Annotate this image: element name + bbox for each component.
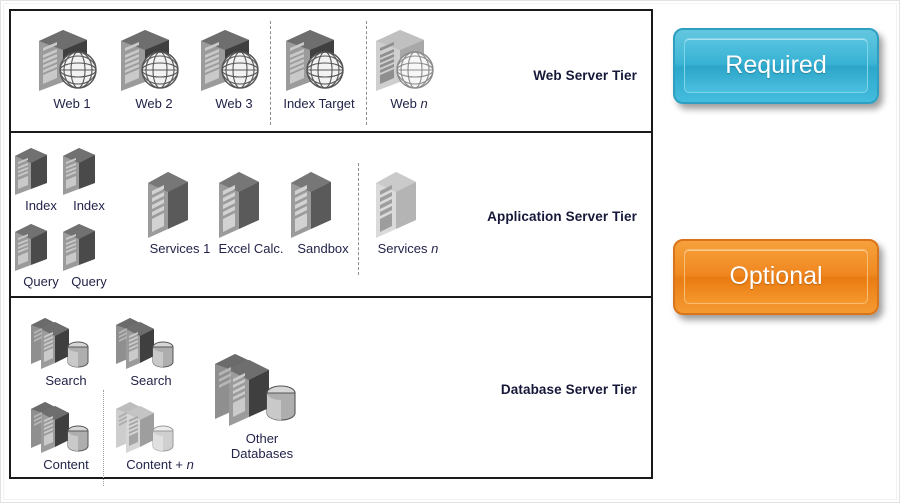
node-caption: Excel Calc.	[218, 241, 284, 256]
node-web-1[interactable]: Web 1	[29, 27, 115, 112]
server-globe-icon	[276, 27, 362, 95]
node-content[interactable]: Content	[25, 398, 107, 473]
node-other-databases[interactable]: Other Databases	[207, 348, 317, 461]
node-query-2[interactable]: Query	[57, 221, 121, 290]
server-globe-icon	[111, 27, 197, 95]
server-globe-icon	[191, 27, 277, 95]
diagram-canvas: Web 1 Web 2 Web 3 Index Target Web n Web…	[0, 0, 900, 503]
node-caption: Sandbox	[297, 241, 349, 256]
node-caption: Search	[45, 373, 87, 388]
server-globe-icon	[366, 27, 452, 95]
tier-label-database: Database Server Tier	[500, 382, 637, 397]
server-small-icon	[57, 145, 121, 197]
server-icon	[211, 168, 291, 240]
node-index-2[interactable]: Index	[57, 145, 121, 214]
node-search-2[interactable]: Search	[110, 314, 192, 389]
node-caption: Other Databases	[230, 431, 294, 461]
node-web-n[interactable]: Web n	[366, 27, 452, 112]
tier-web-server: Web 1 Web 2 Web 3 Index Target Web n Web…	[11, 11, 651, 133]
server-small-icon	[57, 221, 121, 273]
node-index-target[interactable]: Index Target	[276, 27, 362, 112]
node-web-3[interactable]: Web 3	[191, 27, 277, 112]
legend-optional-label: Optional	[729, 261, 823, 290]
database-server-icon	[110, 314, 192, 372]
legend-optional-button[interactable]: Optional	[673, 239, 879, 315]
tier-label-web: Web Server Tier	[533, 68, 637, 83]
node-caption: Web 2	[135, 96, 173, 111]
node-excel-calc[interactable]: Excel Calc.	[211, 168, 291, 257]
server-icon	[283, 168, 363, 240]
node-caption: Web 1	[53, 96, 91, 111]
node-web-2[interactable]: Web 2	[111, 27, 197, 112]
legend-required-button[interactable]: Required	[673, 28, 879, 104]
tier-database-server: Search Search Content Content + n Other …	[11, 298, 651, 486]
database-server-icon	[25, 314, 107, 372]
node-sandbox[interactable]: Sandbox	[283, 168, 363, 257]
legend-required-label: Required	[725, 50, 827, 79]
server-icon	[368, 168, 448, 240]
tier-application-server: Index Index Query Query Services 1 Excel…	[11, 133, 651, 298]
node-services-1[interactable]: Services 1	[140, 168, 220, 257]
server-icon	[140, 168, 220, 240]
node-caption: Query	[71, 274, 107, 289]
node-caption: Search	[130, 373, 172, 388]
server-globe-icon	[29, 27, 115, 95]
legend-panel: Required Optional	[673, 1, 889, 315]
database-server-icon	[110, 398, 210, 456]
node-caption: Web n	[390, 96, 428, 111]
database-server-icon	[207, 348, 317, 430]
node-caption: Services 1	[149, 241, 211, 256]
node-caption: Index Target	[283, 96, 355, 111]
node-content-n[interactable]: Content + n	[110, 398, 210, 473]
node-caption: Web 3	[215, 96, 253, 111]
node-caption: Content	[43, 457, 89, 472]
database-server-icon	[25, 398, 107, 456]
tier-label-application: Application Server Tier	[487, 209, 637, 224]
node-caption: Index	[73, 198, 105, 213]
tier-container: Web 1 Web 2 Web 3 Index Target Web n Web…	[9, 9, 653, 486]
node-caption: Services n	[377, 241, 439, 256]
node-caption: Content + n	[126, 457, 194, 472]
node-services-n[interactable]: Services n	[368, 168, 448, 257]
node-search-1[interactable]: Search	[25, 314, 107, 389]
